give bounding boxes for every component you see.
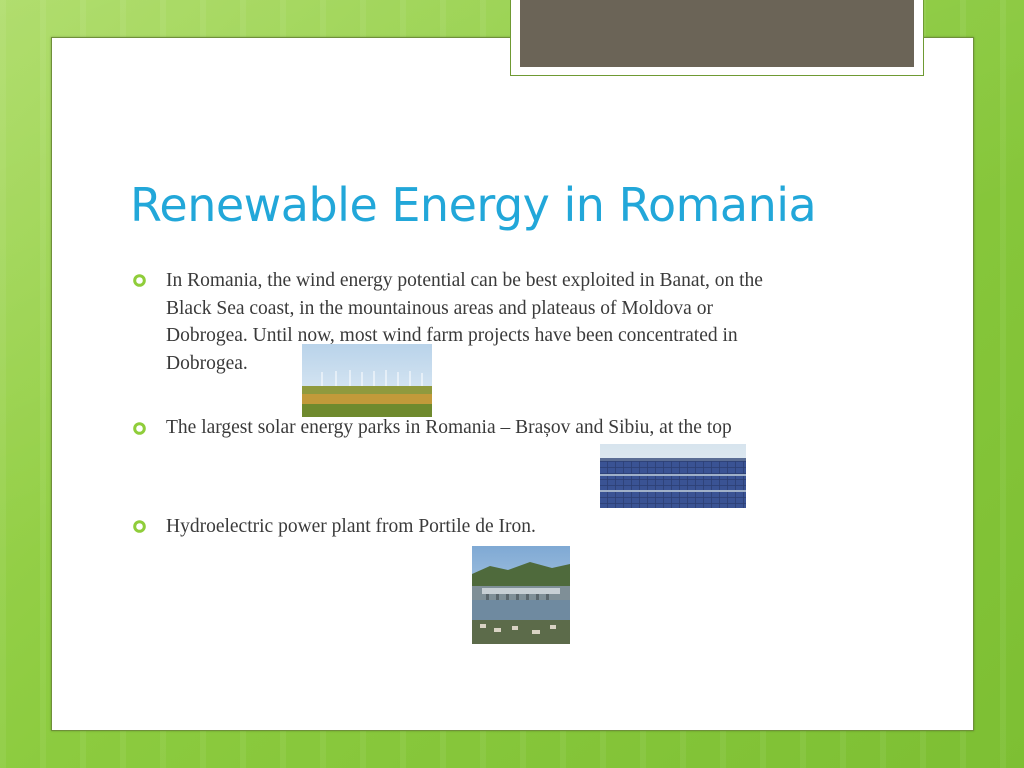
bullet-text-solar[interactable]: The largest solar energy parks in Romani… — [166, 414, 732, 442]
bullet-icon — [133, 274, 146, 287]
bullet-line: Dobrogea. Until now, most wind farm proj… — [166, 325, 738, 346]
slide-title[interactable]: Renewable Energy in Romania — [130, 178, 930, 232]
bullet-line: Black Sea coast, in the mountainous area… — [166, 297, 713, 319]
bullet-line: In Romania, the wind energy potential ca… — [166, 270, 763, 291]
hydro-plant-photo[interactable] — [472, 546, 570, 644]
bullet-text-hydro[interactable]: Hydroelectric power plant from Portile d… — [166, 513, 536, 541]
bullet-icon — [133, 422, 146, 435]
solar-park-photo[interactable] — [600, 444, 746, 508]
bullet-icon — [133, 520, 146, 533]
wind-farm-photo[interactable] — [302, 344, 432, 417]
bullet-text-wind[interactable]: In Romania, the wind energy potential ca… — [166, 267, 763, 377]
bullet-line: Dobrogea. — [166, 352, 248, 374]
decorative-header-bar — [520, 0, 914, 67]
